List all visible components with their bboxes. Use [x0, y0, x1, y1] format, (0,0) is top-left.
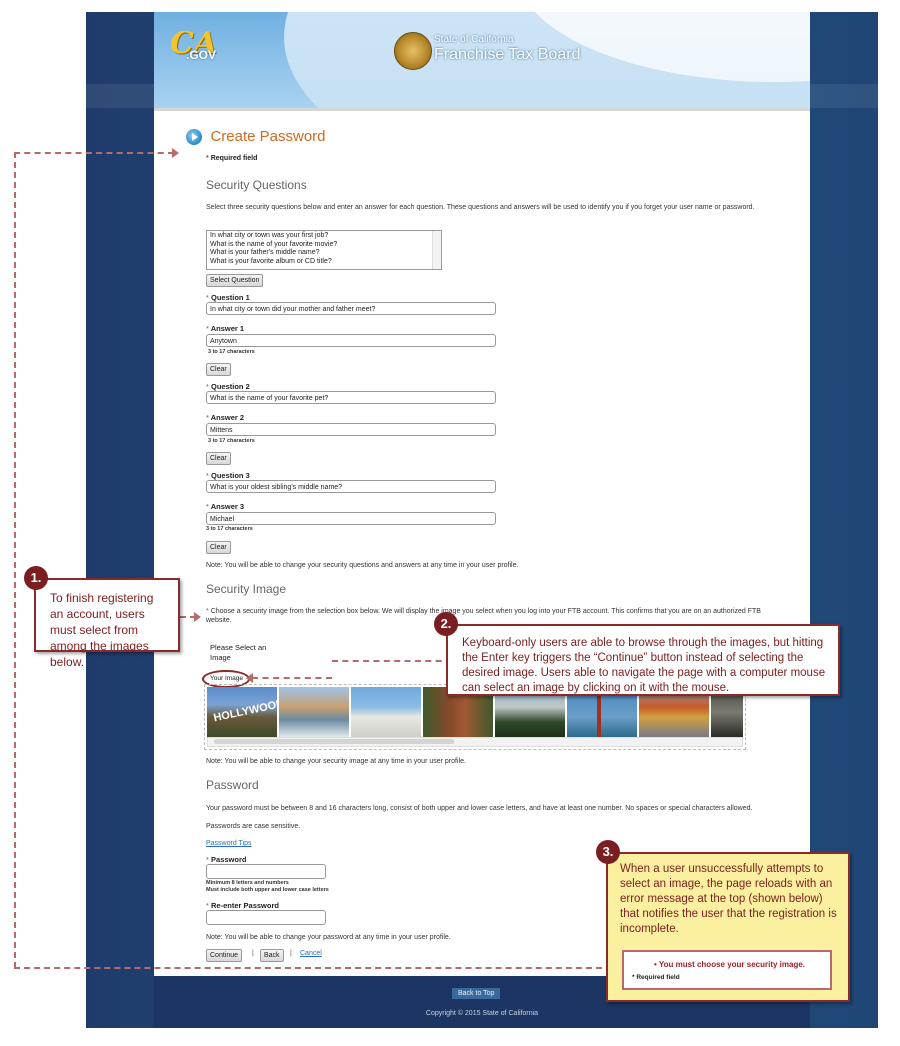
continue-button[interactable]: Continue: [206, 949, 243, 962]
gallery-horizontal-scrollbar[interactable]: [207, 737, 743, 747]
gallery-scrollbar-thumb[interactable]: [214, 739, 454, 744]
agency-state-label: State of California: [434, 34, 514, 45]
question-listbox[interactable]: In what city or town was your first job?…: [206, 230, 442, 270]
answer-1-field[interactable]: Anytown: [206, 334, 496, 347]
listbox-scrollbar[interactable]: [432, 231, 441, 269]
question-2-field[interactable]: What is the name of your favorite pet?: [206, 391, 496, 404]
annotation-2-badge: 2.: [434, 612, 458, 636]
answer-1-label: * Answer 1: [206, 324, 245, 333]
clear-answer-3-button[interactable]: Clear: [206, 541, 231, 554]
question-1-field[interactable]: In what city or town did your mother and…: [206, 302, 496, 315]
annotation-connector: [14, 967, 622, 969]
ca-gov-logo-suffix: .GOV: [186, 48, 217, 62]
required-field-note: * Required field: [206, 155, 258, 162]
annotation-connector: [252, 677, 332, 679]
security-questions-intro: Select three security questions below an…: [206, 204, 755, 211]
clear-answer-1-button[interactable]: Clear: [206, 363, 231, 376]
question-option[interactable]: What is your favorite album or CD title?: [210, 258, 438, 267]
page-title: Create Password: [210, 128, 326, 146]
security-questions-note: Note: You will be able to change your se…: [206, 562, 519, 569]
security-image-heading: Security Image: [206, 582, 287, 596]
security-questions-heading: Security Questions: [206, 178, 307, 192]
question-1-label: * Question 1: [206, 293, 250, 302]
site-header: CA .GOV State of California Franchise Ta…: [154, 12, 810, 111]
thumbnail-state-capitol[interactable]: [351, 687, 421, 737]
question-option[interactable]: What is your father's middle name?: [210, 249, 438, 258]
state-seal-icon: [394, 32, 432, 70]
back-to-top-link[interactable]: Back to Top: [452, 988, 501, 999]
arrow-right-icon: [194, 612, 201, 622]
error-message: • You must choose your security image.: [654, 960, 806, 969]
reenter-password-input[interactable]: [206, 910, 326, 925]
annotation-connector: [14, 152, 16, 968]
answer-3-field[interactable]: Michael: [206, 512, 496, 525]
agency-name[interactable]: Franchise Tax Board: [434, 46, 580, 64]
main-content: CA .GOV State of California Franchise Ta…: [154, 12, 810, 976]
password-case-note: Passwords are case sensitive.: [206, 823, 301, 830]
hollywood-text: HOLLYWOOD: [212, 697, 286, 725]
select-question-button[interactable]: Select Question: [206, 274, 264, 287]
answer-3-hint: 3 to 17 characters: [206, 526, 253, 532]
annotation-1: To finish registering an account, users …: [34, 578, 180, 669]
clear-answer-2-button[interactable]: Clear: [206, 452, 231, 465]
question-3-field[interactable]: What is your oldest sibling's middle nam…: [206, 480, 496, 493]
error-required-note: * Required field: [632, 974, 680, 981]
arrow-right-icon: [172, 148, 179, 158]
annotation-1-badge: 1.: [24, 566, 48, 590]
question-option[interactable]: In what city or town was your first job?: [210, 232, 438, 241]
play-circle-icon: [186, 128, 202, 145]
question-option[interactable]: What is the name of your favorite movie?: [210, 241, 438, 250]
annotation-2: Keyboard-only users are able to browse t…: [446, 624, 840, 696]
arrow-left-icon: [246, 673, 253, 683]
password-tips-link[interactable]: Password Tips: [206, 839, 266, 848]
answer-1-hint: 3 to 17 characters: [208, 349, 255, 355]
answer-2-field[interactable]: Mittens: [206, 423, 496, 436]
action-separator: |: [252, 950, 254, 957]
answer-3-label: * Answer 3: [206, 502, 245, 511]
password-heading: Password: [206, 778, 259, 792]
security-image-intro: * Choose a security image from the selec…: [206, 608, 761, 624]
back-button[interactable]: Back: [260, 949, 284, 962]
question-2-label: * Question 2: [206, 382, 250, 391]
question-3-label: * Question 3: [206, 471, 250, 480]
annotation-connector: [14, 152, 174, 154]
annotation-3-text: When a user unsuccessfully attempts to s…: [620, 863, 837, 935]
password-input[interactable]: [206, 864, 326, 879]
side-band-left: [86, 84, 154, 108]
page-title-row: Create Password: [186, 128, 586, 150]
action-separator: |: [290, 950, 292, 957]
security-image-note: Note: You will be able to change your se…: [206, 758, 466, 765]
thumbnail-coastline[interactable]: [279, 687, 349, 737]
answer-2-label: * Answer 2: [206, 413, 245, 422]
please-select-image-label: Please Select an Image: [210, 643, 267, 662]
thumbnail-hollywood-sign[interactable]: HOLLYWOOD: [207, 687, 285, 737]
cancel-link[interactable]: Cancel: [300, 950, 340, 957]
annotation-3-badge: 3.: [596, 840, 620, 864]
copyright-text: Copyright © 2015 State of California: [425, 1010, 539, 1017]
password-rules: Your password must be between 8 and 16 c…: [206, 805, 753, 812]
answer-2-hint: 3 to 17 characters: [208, 438, 255, 444]
error-message-example: • You must choose your security image. *…: [622, 950, 832, 990]
annotation-connector: [332, 660, 452, 662]
side-band-right: [810, 84, 878, 108]
